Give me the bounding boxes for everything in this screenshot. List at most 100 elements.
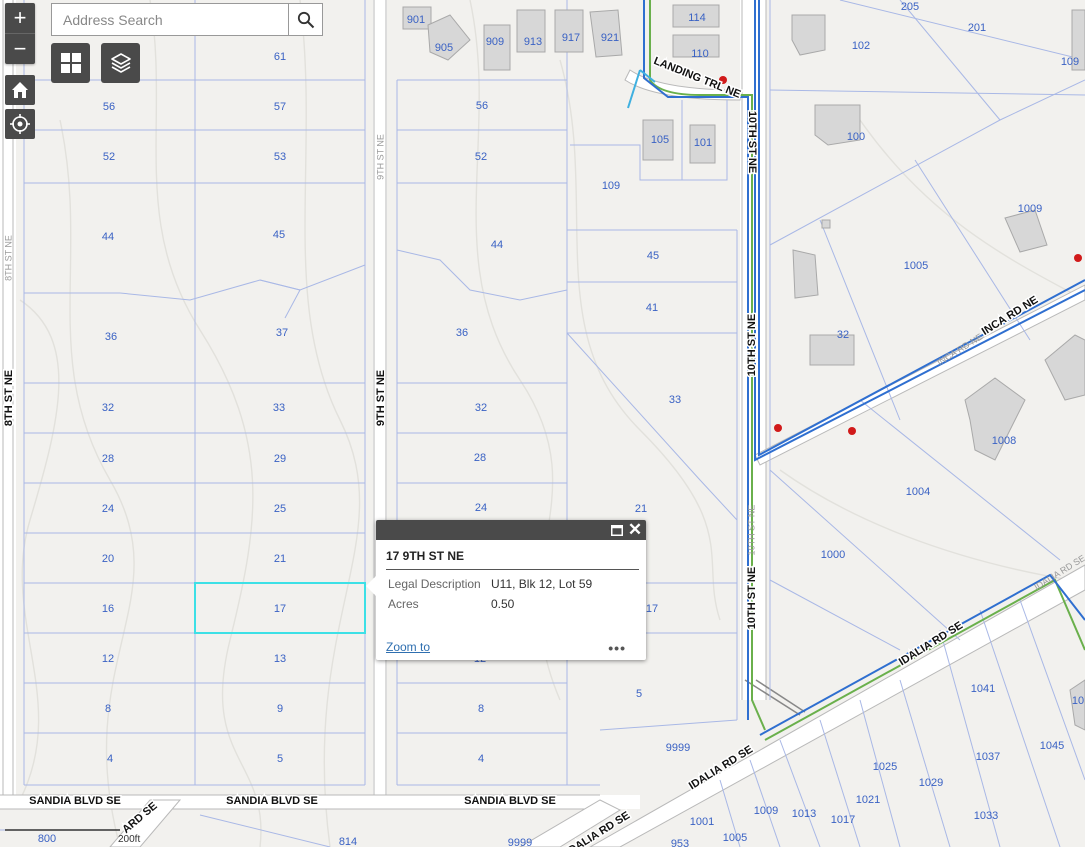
parcel-number-label: 100 [847, 131, 865, 143]
parcel-number-label: 1021 [856, 794, 880, 806]
parcel-number-label: 9 [277, 703, 283, 715]
locate-button[interactable] [5, 109, 35, 139]
parcel-number-label: 57 [274, 101, 286, 113]
road-name-label: 10TH ST NE [746, 314, 758, 376]
parcel-number-label: 201 [968, 22, 986, 34]
parcel-number-label: 29 [274, 453, 286, 465]
road-name-label: 10TH ST NE [746, 505, 756, 556]
parcel-number-label: 1017 [831, 814, 855, 826]
search-input[interactable] [52, 4, 288, 35]
parcel-number-label: 33 [273, 402, 285, 414]
map-canvas[interactable]: 61 56 57 52 53 44 45 36 37 32 33 28 29 24 25 20 21 16 17 12… [0, 0, 1085, 847]
parcel-number-label: 205 [901, 1, 919, 13]
road-name-label: 10TH ST NE [746, 111, 758, 173]
road-name-label: 9TH ST NE [375, 370, 387, 426]
parcel-number-label: 24 [475, 502, 487, 514]
parcel-number-label: 24 [102, 503, 114, 515]
road-name-label: 8TH ST NE [3, 370, 15, 426]
parcel-number-label: 102 [852, 40, 870, 52]
popup-maximize-button[interactable] [610, 523, 624, 537]
parcel-map[interactable]: 6156 5752 5344 4536 3732 3328 2924 2520 2116 1712… [0, 0, 1085, 847]
zoom-out-button[interactable]: − [5, 33, 35, 64]
parcel-number-label: 800 [38, 833, 56, 845]
parcel-number-label: 32 [102, 402, 114, 414]
popup-header: ✕ [376, 520, 646, 540]
parcel-number-label: 16 [102, 603, 114, 615]
parcel-number-label: 1013 [792, 808, 816, 820]
parcel-number-label: 28 [102, 453, 114, 465]
parcel-number-label: 33 [669, 394, 681, 406]
popup-pointer [366, 576, 376, 596]
parcel-number-label: 921 [601, 32, 619, 44]
parcel-number-label: 28 [474, 452, 486, 464]
scale-bar: 200ft [5, 829, 140, 845]
zoom-controls: + − [5, 3, 35, 64]
parcel-number-label: 61 [274, 51, 286, 63]
layer-list-button[interactable] [101, 43, 140, 83]
parcel-number-label: 20 [102, 553, 114, 565]
parcel-number-label: 110 [691, 48, 709, 60]
parcel-number-label: 105 [651, 134, 669, 146]
parcel-number-label: 44 [491, 239, 503, 251]
road-labels: LANDING TRL NE10TH ST NE10TH ST NE10TH S… [1, 53, 1085, 847]
parcel-number-label: 5 [277, 753, 283, 765]
parcel-number-label: 1033 [974, 810, 998, 822]
parcel-number-label: 10 [1072, 695, 1084, 707]
parcel-number-label: 32 [837, 329, 849, 341]
parcel-number-label: 8 [478, 703, 484, 715]
parcel-number-label: 1029 [919, 777, 943, 789]
terrain-contours [19, 0, 1085, 847]
parcel-number-label: 1045 [1040, 740, 1064, 752]
parcel-number-label: 21 [274, 553, 286, 565]
parcel-number-label: 56 [476, 100, 488, 112]
basemap-gallery-button[interactable] [51, 43, 90, 83]
more-actions-button[interactable]: ••• [608, 640, 626, 656]
maximize-icon [611, 524, 623, 536]
search-icon [297, 11, 314, 28]
field-label: Legal Description [388, 577, 481, 591]
basemap-grid-icon [60, 53, 81, 73]
parcel-number-label: 56 [103, 101, 115, 113]
parcel-number-label: 109 [1061, 56, 1079, 68]
parcel-number-label: 1037 [976, 751, 1000, 763]
parcel-number-label: 109 [602, 180, 620, 192]
parcel-number-label: 114 [688, 12, 706, 24]
parcel-number-label: 917 [562, 32, 580, 44]
road-name-label: SANDIA BLVD SE [464, 795, 556, 807]
road-name-label: SANDIA BLVD SE [29, 795, 121, 807]
parcel-number-label: 25 [274, 503, 286, 515]
layers-icon [110, 53, 131, 73]
parcel-number-label: 17 [646, 603, 658, 615]
road-name-label: 10TH ST NE [746, 567, 758, 629]
parcel-number-label: 21 [635, 503, 647, 515]
parcel-number-label: 9999 [666, 742, 690, 754]
home-button[interactable] [5, 75, 35, 105]
parcel-number-label: 8 [105, 703, 111, 715]
popup-title: 17 9TH ST NE [386, 549, 639, 570]
parcel-number-label: 1009 [754, 805, 778, 817]
zoom-to-link[interactable]: Zoom to [386, 640, 430, 654]
parcel-number-label: 45 [273, 229, 285, 241]
zoom-in-button[interactable]: + [5, 3, 35, 33]
parcel-number-label: 901 [407, 14, 425, 26]
parcel-number-label: 953 [671, 838, 689, 847]
field-label: Acres [388, 597, 419, 611]
parcel-number-label: 1041 [971, 683, 995, 695]
parcel-number-label: 44 [102, 231, 114, 243]
parcel-number-label: 9999 [508, 837, 532, 847]
parcel-number-label: 1005 [904, 260, 928, 272]
parcel-number-label: 32 [475, 402, 487, 414]
parcel-number-label: 36 [105, 331, 117, 343]
parcel-number-label: 1008 [992, 435, 1016, 447]
parcel-number-label: 1009 [1018, 203, 1042, 215]
parcel-number-label: 1001 [690, 816, 714, 828]
parcel-number-label: 5 [636, 688, 642, 700]
field-value: U11, Blk 12, Lot 59 [491, 577, 593, 591]
popup-close-button[interactable]: ✕ [627, 521, 643, 538]
parcel-number-label: 913 [524, 36, 542, 48]
search-button[interactable] [288, 4, 322, 35]
road-name-label: 9TH ST NE [375, 134, 385, 180]
locate-icon [10, 114, 30, 134]
parcel-number-label: 52 [475, 151, 487, 163]
parcel-number-label: 36 [456, 327, 468, 339]
